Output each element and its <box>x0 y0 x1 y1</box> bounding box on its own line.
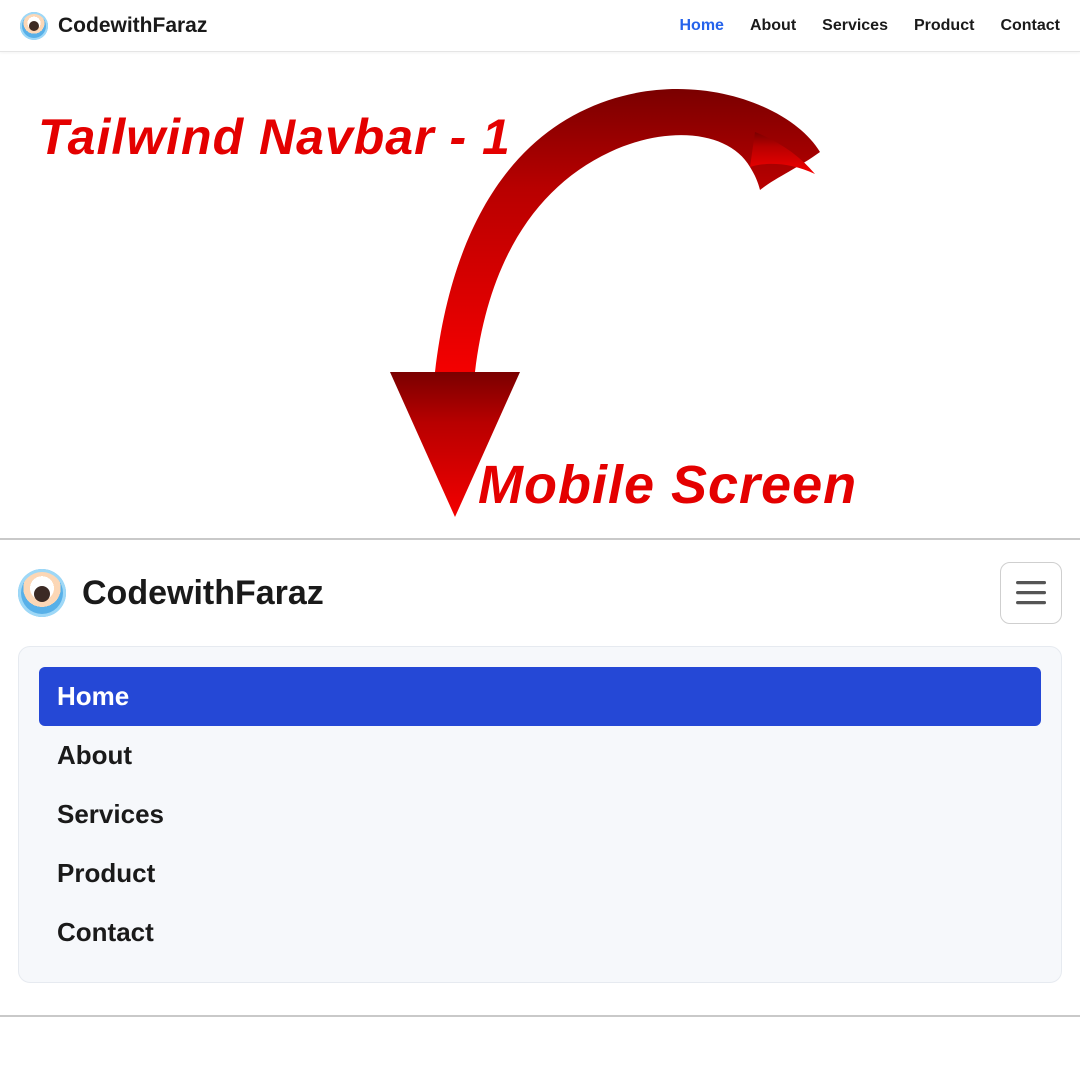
mobile-menu-item-home[interactable]: Home <box>39 667 1041 726</box>
mobile-navbar-section: CodewithFaraz Home About Services Produc… <box>0 540 1080 1017</box>
hamburger-button[interactable] <box>1000 562 1062 624</box>
nav-link-services[interactable]: Services <box>822 17 888 35</box>
mobile-menu-item-services[interactable]: Services <box>39 785 1041 844</box>
mobile-menu-panel: Home About Services Product Contact <box>18 646 1062 983</box>
brand-title: CodewithFaraz <box>58 14 207 38</box>
mobile-brand-logo-icon <box>18 569 66 617</box>
mobile-menu-item-contact[interactable]: Contact <box>39 903 1041 962</box>
nav-link-about[interactable]: About <box>750 17 796 35</box>
mobile-brand-title: CodewithFaraz <box>82 574 324 613</box>
mobile-menu-item-product[interactable]: Product <box>39 844 1041 903</box>
annotation-area: Tailwind Navbar - 1 Mobile Screen <box>0 52 1080 540</box>
nav-link-contact[interactable]: Contact <box>1000 17 1060 35</box>
mobile-menu-item-about[interactable]: About <box>39 726 1041 785</box>
nav-link-home[interactable]: Home <box>679 17 723 35</box>
annotation-heading-bottom: Mobile Screen <box>478 454 857 516</box>
nav-link-product[interactable]: Product <box>914 17 974 35</box>
brand-block: CodewithFaraz <box>20 12 207 40</box>
brand-logo-icon <box>20 12 48 40</box>
mobile-navbar-top: CodewithFaraz <box>18 562 1062 624</box>
desktop-navbar: CodewithFaraz Home About Services Produc… <box>0 0 1080 52</box>
hamburger-icon <box>1016 581 1046 605</box>
mobile-brand-block: CodewithFaraz <box>18 569 324 617</box>
desktop-nav-links: Home About Services Product Contact <box>679 17 1060 35</box>
